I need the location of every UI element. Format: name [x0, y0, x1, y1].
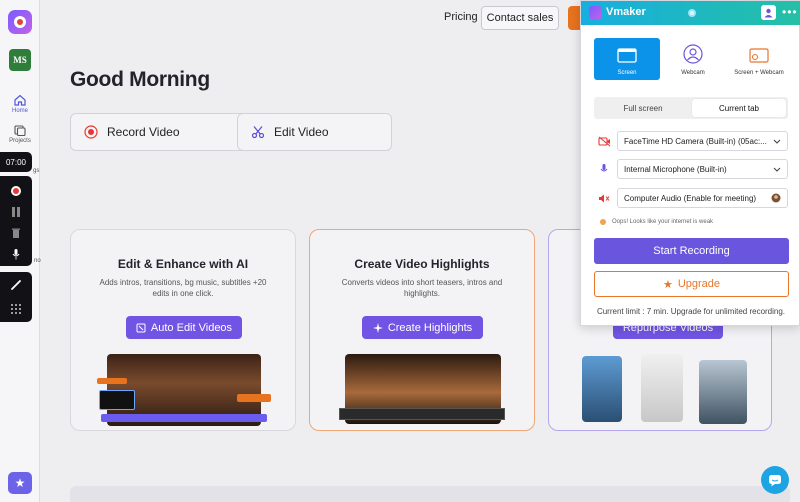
sidebar-item-label: Home: [11, 108, 28, 114]
vmaker-extension-panel: Vmaker ••• Screen Webcam Screen + Webcam…: [580, 0, 800, 326]
more-options-icon[interactable]: •••: [782, 5, 798, 19]
star-icon: ★: [662, 278, 673, 291]
upgrade-button[interactable]: ★ Upgrade: [594, 271, 789, 297]
capture-tabs: Full screen Current tab: [594, 97, 788, 119]
record-video-label: Record Video: [107, 125, 180, 139]
card-preview-image: [339, 354, 505, 424]
brush-icon: [11, 280, 21, 290]
edit-video-label: Edit Video: [274, 125, 329, 139]
network-warning: Oops! Looks like your internet is weak: [600, 219, 713, 225]
warning-text: Oops! Looks like your internet is weak: [612, 219, 714, 225]
chevron-down-icon: [773, 167, 781, 172]
star-icon[interactable]: ★: [8, 472, 32, 494]
recording-timer: 07:00: [0, 152, 32, 172]
chat-support-button[interactable]: [761, 466, 789, 494]
chat-icon: [769, 474, 781, 486]
microphone-select[interactable]: Internal Microphone (Built-in): [617, 159, 788, 179]
sidebar-item-label: Projects: [9, 138, 31, 144]
computer-audio-select[interactable]: Computer Audio (Enable for meeting): [617, 188, 788, 208]
pause-button[interactable]: [9, 205, 23, 219]
scissors-icon: [250, 124, 266, 140]
section-bar: [70, 486, 790, 502]
mic-button[interactable]: [9, 247, 23, 261]
phone-preview-image: [699, 360, 747, 424]
avatar-icon: [771, 193, 781, 203]
mode-screen-webcam[interactable]: Screen + Webcam: [726, 38, 792, 80]
pause-icon: [12, 207, 20, 217]
record-button[interactable]: [9, 184, 23, 198]
folder-icon: [14, 125, 26, 137]
speaker-off-icon[interactable]: [597, 191, 611, 205]
audio-value: Computer Audio (Enable for meeting): [624, 193, 757, 203]
mode-label: Screen + Webcam: [734, 70, 784, 76]
microphone-value: Internal Microphone (Built-in): [624, 164, 727, 174]
create-highlights-button[interactable]: Create Highlights: [362, 316, 483, 339]
phone-preview-image: [582, 356, 622, 422]
webcam-icon: [683, 44, 703, 64]
mic-icon[interactable]: [597, 162, 611, 176]
camera-select[interactable]: FaceTime HD Camera (Built-in) (05ac:...: [617, 131, 788, 151]
start-recording-button[interactable]: Start Recording: [594, 238, 789, 264]
mic-icon: [12, 249, 20, 260]
app-logo[interactable]: [8, 10, 32, 34]
auto-edit-videos-button[interactable]: Auto Edit Videos: [126, 316, 242, 339]
dots-grid-icon: [11, 304, 21, 314]
home-icon: [14, 94, 26, 106]
sparkle-icon: [372, 322, 383, 333]
workspace-avatar[interactable]: MS: [9, 49, 31, 71]
sidebar-item-home[interactable]: Home: [0, 93, 40, 114]
extension-title: Vmaker: [606, 6, 646, 18]
sidebar-item-projects[interactable]: Projects: [0, 123, 40, 144]
warning-dot-icon: [600, 219, 606, 225]
delete-button[interactable]: [9, 226, 23, 240]
recording-limit-text: Current limit : 7 min. Upgrade for unlim…: [596, 307, 786, 316]
card-description: Adds intros, transitions, bg music, subt…: [99, 278, 267, 298]
status-indicator: [688, 9, 696, 17]
mode-label: Webcam: [681, 70, 705, 76]
record-icon: [11, 186, 21, 196]
sparkle-icon: [136, 323, 146, 332]
partial-label: gs: [33, 168, 40, 174]
screen-webcam-icon: [749, 48, 769, 63]
extension-header: Vmaker •••: [581, 1, 800, 25]
tab-current-tab[interactable]: Current tab: [692, 99, 786, 117]
chevron-down-icon: [773, 139, 781, 144]
drawing-toolbar: [0, 272, 32, 322]
feature-card-edit-enhance: Edit & Enhance with AI Adds intros, tran…: [70, 229, 296, 431]
mode-screen[interactable]: Screen: [594, 38, 660, 80]
page-title: Good Morning: [70, 68, 210, 91]
card-title: Edit & Enhance with AI: [117, 257, 249, 271]
mode-webcam[interactable]: Webcam: [660, 38, 726, 80]
cta-label: Create Highlights: [387, 321, 473, 334]
upgrade-label: Upgrade: [677, 278, 721, 290]
partial-label: no: [34, 258, 41, 264]
vmaker-logo: [589, 6, 602, 19]
record-video-button[interactable]: Record Video: [70, 113, 253, 151]
pen-button[interactable]: [9, 278, 23, 292]
edit-video-button[interactable]: Edit Video: [237, 113, 392, 151]
screen-icon: [617, 48, 637, 63]
feature-card-highlights: Create Video Highlights Converts videos …: [309, 229, 535, 431]
trash-icon: [12, 228, 20, 238]
card-description: Converts videos into short teasers, intr…: [341, 278, 503, 298]
cta-label: Auto Edit Videos: [150, 321, 233, 334]
recording-toolbar: [0, 176, 32, 266]
card-title: Create Video Highlights: [354, 257, 490, 271]
user-icon[interactable]: [761, 5, 776, 20]
phone-preview-image: [641, 354, 683, 422]
pricing-link[interactable]: Pricing: [444, 11, 478, 23]
camera-value: FaceTime HD Camera (Built-in) (05ac:...: [624, 136, 767, 146]
record-icon: [83, 124, 99, 140]
grid-button[interactable]: [9, 302, 23, 316]
tab-full-screen[interactable]: Full screen: [596, 99, 690, 117]
camera-off-icon[interactable]: [597, 134, 611, 148]
card-preview-image: [97, 354, 271, 426]
mode-label: Screen: [617, 70, 637, 76]
contact-sales-button[interactable]: Contact sales: [481, 6, 559, 30]
